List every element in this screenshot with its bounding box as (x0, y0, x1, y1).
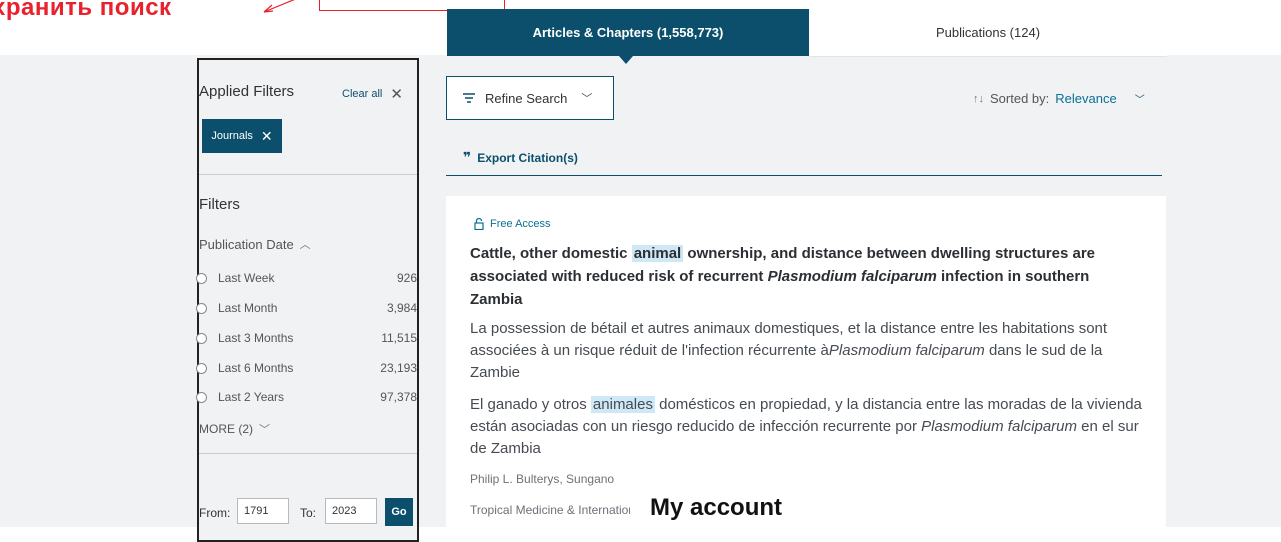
quote-icon: ❞ (463, 149, 472, 165)
chevron-down-icon: ﹀ (581, 93, 593, 105)
sort-arrows-icon: ↑↓ (973, 92, 984, 105)
radio-button[interactable] (196, 333, 207, 344)
divider (199, 174, 417, 175)
filters-heading: Filters (199, 196, 240, 213)
free-access-badge: Free Access (474, 218, 551, 230)
publication-date-toggle[interactable]: Publication Date ︿ (199, 236, 311, 252)
publication-date-label: Publication Date (199, 236, 294, 252)
close-icon: ✕ (390, 86, 403, 103)
applied-filters-heading: Applied Filters (199, 83, 295, 100)
filters-sidebar: Applied Filters Clear all ✕ Journals ✕ F… (196, 58, 419, 542)
go-button[interactable]: Go (385, 498, 413, 526)
divider (446, 175, 1162, 176)
tab-articles-chapters[interactable]: Articles & Chapters (1,558,773) (447, 9, 809, 56)
option-count: 926 (396, 271, 417, 285)
chevron-down-icon: ﹀ (259, 424, 270, 436)
chip-label: Journals (211, 130, 253, 142)
from-label: From: (199, 506, 231, 520)
option-count: 23,193 (380, 361, 417, 375)
date-option-last-week[interactable]: Last Week 926 (196, 271, 417, 287)
search-term-highlight: animales (590, 396, 655, 413)
radio-button[interactable] (196, 303, 207, 314)
option-count: 11,515 (381, 331, 417, 345)
french-title[interactable]: La possession de bétail et autres animau… (470, 318, 1142, 384)
title-italic-text: Plasmodium falciparum (767, 268, 937, 285)
my-account-label[interactable]: My account (650, 494, 782, 522)
sorted-by-value: Relevance (1055, 91, 1117, 106)
free-access-label: Free Access (490, 218, 551, 230)
spanish-title[interactable]: El ganado y otros animales domésticos en… (470, 394, 1142, 460)
option-label: Last 6 Months (218, 361, 294, 375)
author-list[interactable]: Philip L. Bulterys, Sungano (470, 472, 670, 486)
tab-publications[interactable]: Publications (124) (809, 9, 1167, 57)
export-label: Export Citation(s) (477, 150, 578, 165)
option-label: Last Week (218, 271, 275, 285)
option-label: Last Month (218, 301, 278, 315)
option-label: Last 3 Months (218, 331, 294, 345)
radio-button[interactable] (196, 392, 207, 403)
option-label: Last 2 Years (218, 390, 285, 404)
chevron-down-icon: ﹀ (1134, 95, 1145, 106)
date-option-last-6-months[interactable]: Last 6 Months 23,193 (196, 361, 417, 377)
option-count: 3,984 (386, 301, 417, 315)
refine-search-button[interactable]: Refine Search ﹀ (446, 76, 614, 120)
spanish-text: El ganado y otros (470, 396, 591, 413)
annotation-arrow-icon (263, 0, 295, 13)
date-option-last-3-months[interactable]: Last 3 Months 11,515 (196, 331, 417, 347)
unlock-icon (474, 218, 484, 230)
chevron-up-icon: ︿ (299, 239, 311, 251)
clear-all-label: Clear all (342, 88, 383, 100)
divider (199, 453, 417, 454)
title-text: Cattle, other domestic (470, 245, 632, 262)
search-term-highlight: animal (631, 245, 684, 262)
date-option-last-2-years[interactable]: Last 2 Years 97,378 (196, 390, 417, 406)
to-label: To: (300, 506, 317, 520)
result-card: Free Access Cattle, other domestic anima… (446, 196, 1166, 536)
export-citations-button[interactable]: ❞ Export Citation(s) (463, 149, 578, 166)
sort-dropdown[interactable]: ↑↓ Sorted by: Relevance ﹀ (973, 91, 1145, 106)
more-options-button[interactable]: MORE (2) ﹀ (199, 421, 270, 437)
french-italic-text: Plasmodium falciparum (828, 342, 985, 359)
option-count: 97,378 (380, 390, 417, 404)
to-year-input[interactable] (325, 498, 377, 524)
from-year-input[interactable] (237, 498, 289, 524)
sorted-by-label: Sorted by: (990, 91, 1050, 106)
date-option-last-month[interactable]: Last Month 3,984 (196, 301, 417, 317)
remove-chip-icon[interactable]: ✕ (261, 128, 273, 145)
filter-icon (463, 93, 475, 103)
active-tab-pointer (619, 56, 633, 64)
spanish-italic-text: Plasmodium falciparum (921, 418, 1077, 435)
more-label: MORE (2) (199, 422, 253, 436)
journal-name[interactable]: Tropical Medicine & International Health (470, 503, 630, 517)
clear-all-button[interactable]: Clear all ✕ (342, 85, 403, 103)
filter-chip-journals[interactable]: Journals ✕ (202, 119, 282, 153)
annotation-label: хранить поиск (0, 0, 172, 21)
radio-button[interactable] (196, 273, 207, 284)
radio-button[interactable] (196, 363, 207, 374)
refine-search-label: Refine Search (485, 90, 568, 106)
result-title-link[interactable]: Cattle, other domestic animal ownership,… (470, 242, 1142, 311)
